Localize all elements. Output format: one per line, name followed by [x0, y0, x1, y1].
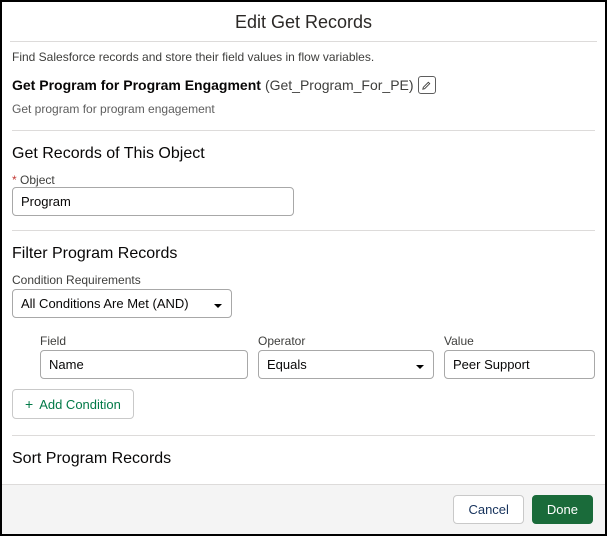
condition-req-label: Condition Requirements: [12, 273, 595, 287]
element-label: Get Program for Program Engagment: [12, 77, 261, 93]
filter-field-value: Name: [49, 357, 84, 372]
dialog-footer: Cancel Done: [2, 484, 605, 534]
done-button[interactable]: Done: [532, 495, 593, 524]
section-filter-title: Filter Program Records: [12, 231, 595, 273]
filter-value-label: Value: [444, 334, 595, 348]
condition-req-value: All Conditions Are Met (AND): [21, 296, 189, 311]
object-field-label: Object: [12, 173, 595, 187]
chevron-down-icon: [213, 299, 223, 309]
filter-operator-value: Equals: [267, 357, 307, 372]
object-input[interactable]: [12, 187, 294, 216]
element-description: Get program for program engagement: [12, 98, 595, 131]
filter-value-input[interactable]: [444, 350, 595, 379]
dialog-body: Find Salesforce records and store their …: [2, 44, 605, 484]
plus-icon: +: [25, 396, 33, 412]
filter-operator-label: Operator: [258, 334, 434, 348]
chevron-down-icon: [415, 360, 425, 370]
section-object-title: Get Records of This Object: [12, 131, 595, 173]
filter-operator-select[interactable]: Equals: [258, 350, 434, 379]
add-condition-label: Add Condition: [39, 397, 121, 412]
cancel-button[interactable]: Cancel: [453, 495, 523, 524]
section-sort-title: Sort Program Records: [12, 436, 595, 478]
element-api-name: (Get_Program_For_PE): [265, 77, 414, 93]
condition-row: Field Name Operator Equals Value: [12, 334, 595, 379]
edit-name-button[interactable]: [418, 76, 436, 94]
filter-field-label: Field: [40, 334, 248, 348]
dialog-title: Edit Get Records: [10, 2, 597, 42]
add-condition-button[interactable]: + Add Condition: [12, 389, 134, 419]
filter-field-select[interactable]: Name: [40, 350, 248, 379]
pencil-icon: [421, 80, 432, 91]
intro-text: Find Salesforce records and store their …: [12, 44, 595, 72]
element-name-row: Get Program for Program Engagment (Get_P…: [12, 72, 595, 98]
condition-req-select[interactable]: All Conditions Are Met (AND): [12, 289, 232, 318]
